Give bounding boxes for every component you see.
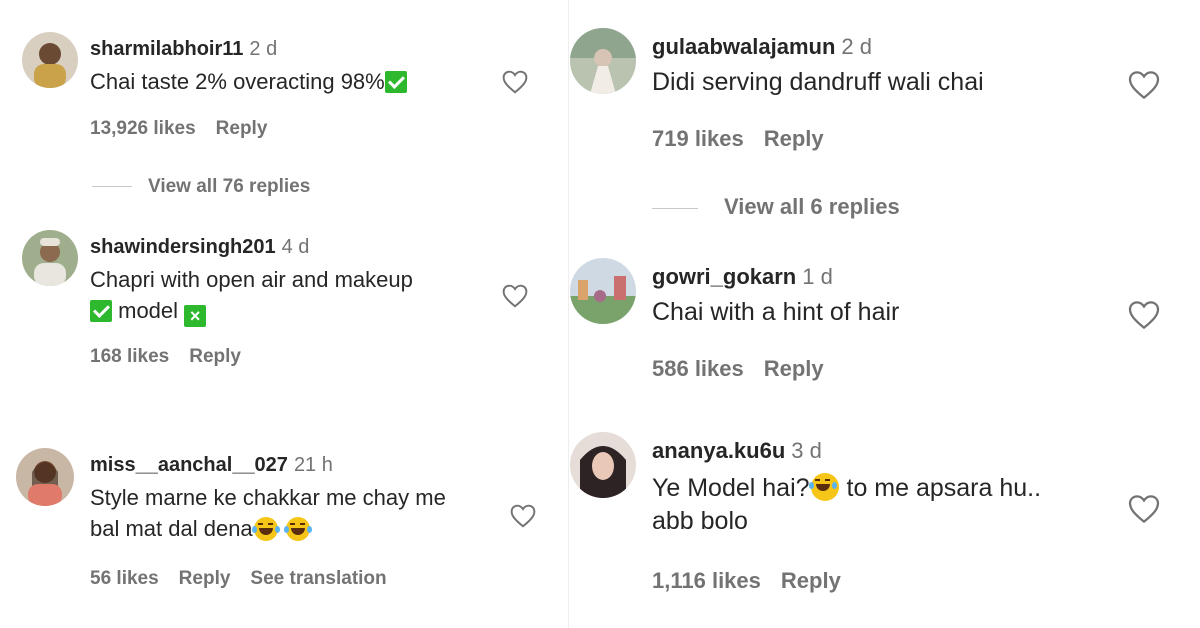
comment-text: Style marne ke chakkar me chay me bal ma… (90, 482, 510, 544)
like-heart-icon[interactable] (502, 70, 528, 94)
reply-button[interactable]: Reply (781, 568, 841, 593)
view-replies-label: View all 6 replies (724, 194, 900, 219)
comment-item: shawindersingh201 4 d Chapri with open ai… (22, 230, 542, 390)
avatar[interactable] (22, 230, 78, 286)
avatar[interactable] (22, 32, 78, 88)
comment-text: Didi serving dandruff wali chai (652, 66, 984, 99)
divider-line (652, 207, 698, 209)
username[interactable]: gowri_gokarn (652, 264, 796, 289)
like-heart-icon[interactable] (510, 504, 536, 528)
comment-text-line: Ye Model hai? to me apsara hu.. (652, 472, 1122, 505)
reply-button[interactable]: Reply (179, 568, 231, 589)
comment-text-fragment: model (118, 298, 179, 323)
comment-item: gulaabwalajamun 2 d Didi serving dandruff… (570, 28, 1170, 228)
comment-text: Ye Model hai? to me apsara hu.. abb bolo (652, 472, 1122, 538)
comment-text-fragment: to me apsara hu.. (839, 474, 1042, 502)
username[interactable]: shawindersingh201 (90, 236, 276, 258)
comment-text-line: abb bolo (652, 507, 748, 535)
likes-count[interactable]: 586 likes (652, 356, 744, 381)
comment-text-line: model × (90, 295, 490, 327)
timestamp[interactable]: 3 d (791, 438, 822, 463)
comment-header: miss__aanchal__027 21 h (90, 454, 333, 477)
avatar[interactable] (16, 448, 74, 506)
likes-count[interactable]: 56 likes (90, 568, 159, 589)
timestamp[interactable]: 1 d (802, 264, 833, 289)
reply-button[interactable]: Reply (216, 118, 268, 139)
comment-text-fragment: Ye Model hai? (652, 474, 810, 502)
comment-header: gowri_gokarn 1 d (652, 264, 833, 290)
view-replies-button[interactable]: View all 6 replies (652, 194, 900, 220)
username[interactable]: ananya.ku6u (652, 438, 785, 463)
likes-count[interactable]: 1,116 likes (652, 568, 761, 593)
comment-meta: 56 likes Reply See translation (90, 568, 407, 590)
reply-button[interactable]: Reply (764, 356, 824, 381)
comment-text-line: bal mat dal dena (90, 513, 510, 544)
likes-count[interactable]: 719 likes (652, 126, 744, 151)
comment-text-line: Didi serving dandruff wali chai (652, 68, 984, 96)
reply-button[interactable]: Reply (764, 126, 824, 151)
likes-count[interactable]: 13,926 likes (90, 118, 196, 139)
avatar[interactable] (570, 432, 636, 498)
comment-text: Chapri with open air and makeup model × (90, 264, 490, 327)
comment-header: sharmilabhoir11 2 d (90, 38, 277, 61)
username[interactable]: miss__aanchal__027 (90, 454, 288, 476)
comment-meta: 13,926 likes Reply (90, 118, 287, 140)
comment-text-line: Chai with a hint of hair (652, 298, 900, 326)
comment-meta: 1,116 likes Reply (652, 568, 861, 594)
comment-meta: 168 likes Reply (90, 346, 261, 368)
username[interactable]: sharmilabhoir11 (90, 38, 243, 60)
see-translation-button[interactable]: See translation (250, 568, 386, 589)
likes-count[interactable]: 168 likes (90, 346, 169, 367)
comment-header: shawindersingh201 4 d (90, 236, 309, 259)
divider-line (92, 186, 132, 188)
comment-meta: 586 likes Reply (652, 356, 844, 382)
comment-text-line: Chai taste 2% overacting 98% (90, 69, 385, 94)
column-divider (568, 0, 569, 628)
timestamp[interactable]: 4 d (282, 236, 310, 258)
like-heart-icon[interactable] (1128, 494, 1160, 524)
check-emoji-icon (90, 300, 112, 322)
username[interactable]: gulaabwalajamun (652, 34, 835, 59)
view-replies-label: View all 76 replies (148, 176, 311, 197)
comment-text-line: Style marne ke chakkar me chay me (90, 485, 446, 510)
comment-text-fragment: bal mat dal dena (90, 516, 253, 541)
comment-text-line: Chapri with open air and makeup (90, 267, 413, 292)
timestamp[interactable]: 2 d (249, 38, 277, 60)
cross-emoji-icon: × (184, 305, 207, 327)
timestamp[interactable]: 21 h (294, 454, 333, 476)
laughing-emoji-icon (808, 473, 839, 501)
avatar[interactable] (570, 28, 636, 94)
comment-item: ananya.ku6u 3 d Ye Model hai? to me apsar… (570, 432, 1170, 612)
comment-text: Chai with a hint of hair (652, 296, 899, 329)
comment-item: gowri_gokarn 1 d Chai with a hint of hair… (570, 258, 1170, 398)
reply-button[interactable]: Reply (189, 346, 241, 367)
comment-item: sharmilabhoir11 2 d Chai taste 2% overact… (22, 32, 542, 202)
laughing-emoji-icon (251, 517, 280, 541)
laughing-emoji-icon (283, 517, 312, 541)
like-heart-icon[interactable] (1128, 300, 1160, 330)
comment-header: ananya.ku6u 3 d (652, 438, 822, 464)
avatar[interactable] (570, 258, 636, 324)
like-heart-icon[interactable] (1128, 70, 1160, 100)
comment-header: gulaabwalajamun 2 d (652, 34, 872, 60)
comment-item: miss__aanchal__027 21 h Style marne ke ch… (16, 448, 546, 608)
comment-text: Chai taste 2% overacting 98% (90, 66, 407, 97)
view-replies-button[interactable]: View all 76 replies (92, 176, 310, 198)
comment-meta: 719 likes Reply (652, 126, 844, 152)
like-heart-icon[interactable] (502, 284, 528, 308)
check-emoji-icon (384, 71, 407, 93)
timestamp[interactable]: 2 d (841, 34, 872, 59)
